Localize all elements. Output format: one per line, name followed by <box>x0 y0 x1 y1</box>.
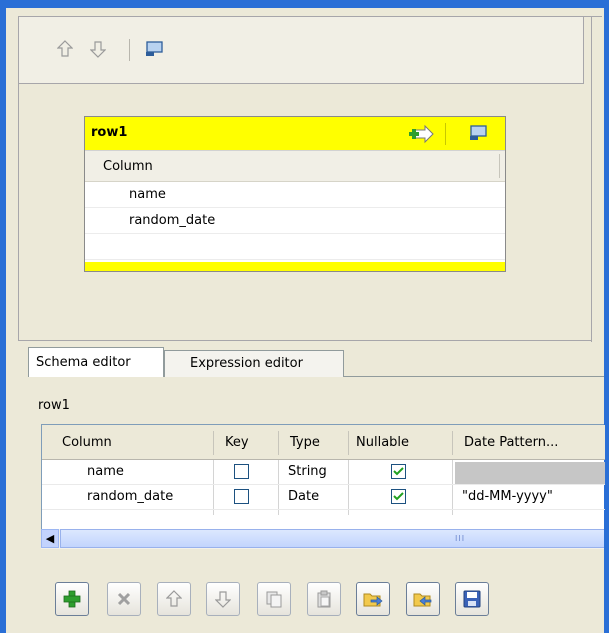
right-strip <box>591 17 603 342</box>
row1-title: row1 <box>91 125 128 140</box>
nullable-checkbox[interactable] <box>391 464 406 479</box>
arrow-up-icon <box>57 40 73 57</box>
mapper-toolbar <box>19 17 584 84</box>
window-frame-right <box>604 0 609 633</box>
tab-label: Schema editor <box>36 355 131 370</box>
move-row-down-button[interactable] <box>206 582 240 616</box>
header-nullable[interactable]: Nullable <box>356 435 409 450</box>
header-divider <box>348 431 349 455</box>
nullable-checkbox[interactable] <box>391 489 406 504</box>
tab-label: Expression editor <box>190 356 303 371</box>
arrow-down-icon <box>215 591 231 608</box>
plus-icon <box>63 590 81 608</box>
scrollbar-grip: III <box>455 534 466 543</box>
paste-icon <box>317 590 331 608</box>
list-item[interactable]: name <box>85 182 505 208</box>
window-frame-left <box>0 0 6 633</box>
move-up-button[interactable] <box>53 37 77 61</box>
header-separator <box>445 123 446 145</box>
tab-schema-editor[interactable]: Schema editor <box>28 347 164 377</box>
schema-table-header: Column Key Type Nullable Date Pattern... <box>42 425 605 460</box>
import-folder-icon <box>363 593 383 607</box>
checkmark-icon <box>393 467 404 476</box>
table-row[interactable]: name String <box>42 460 605 485</box>
list-item[interactable]: random_date <box>85 208 505 234</box>
row1-footer <box>85 262 505 271</box>
remove-row-button[interactable] <box>107 582 141 616</box>
chevron-left-icon: ◀ <box>45 532 55 545</box>
cell-type[interactable]: Date <box>288 489 319 504</box>
column-divider <box>499 154 500 178</box>
paste-button[interactable] <box>307 582 341 616</box>
minimize-table-button[interactable] <box>469 124 489 146</box>
cell-column[interactable]: random_date <box>87 489 173 504</box>
copy-icon <box>266 591 282 608</box>
list-item-empty <box>85 234 505 260</box>
checkmark-icon <box>393 492 404 501</box>
key-checkbox[interactable] <box>234 489 249 504</box>
cell-type[interactable]: String <box>288 464 327 479</box>
scrollbar-thumb[interactable]: III <box>60 529 604 548</box>
add-arrow-icon <box>409 124 434 144</box>
header-divider <box>213 431 214 455</box>
header-divider <box>278 431 279 455</box>
scroll-left-button[interactable]: ◀ <box>41 529 59 548</box>
window-icon <box>146 41 163 56</box>
column-header: Column <box>85 151 505 182</box>
import-button[interactable] <box>356 582 390 616</box>
table-row[interactable]: random_date Date "dd-MM-yyyy" <box>42 485 605 510</box>
cell-column[interactable]: name <box>87 464 124 479</box>
add-output-button[interactable] <box>405 124 435 148</box>
column-name: name <box>129 187 166 202</box>
move-down-button[interactable] <box>86 37 110 61</box>
cell-date-pattern[interactable]: "dd-MM-yyyy" <box>462 489 553 504</box>
header-column[interactable]: Column <box>62 435 112 450</box>
column-header-label: Column <box>103 159 153 174</box>
export-folder-icon <box>413 593 432 607</box>
minimize-button[interactable] <box>143 37 167 61</box>
window-frame-top <box>0 0 609 8</box>
header-type[interactable]: Type <box>290 435 320 450</box>
window-icon <box>470 125 487 140</box>
row1-table: row1 Column name random_date <box>84 116 506 272</box>
arrow-up-icon <box>166 590 182 607</box>
copy-button[interactable] <box>257 582 291 616</box>
header-key[interactable]: Key <box>225 435 249 450</box>
row1-header: row1 <box>85 117 505 151</box>
tab-expression-editor[interactable]: Expression editor <box>164 350 344 377</box>
move-row-up-button[interactable] <box>157 582 191 616</box>
column-name: random_date <box>129 213 216 228</box>
key-checkbox[interactable] <box>234 464 249 479</box>
schema-title: row1 <box>38 398 70 413</box>
export-button[interactable] <box>406 582 440 616</box>
header-date-pattern[interactable]: Date Pattern... <box>464 435 558 450</box>
toolbar-separator <box>129 39 130 61</box>
add-row-button[interactable] <box>55 582 89 616</box>
header-divider <box>452 431 453 455</box>
horizontal-scrollbar[interactable]: ◀ III <box>41 529 604 549</box>
save-button[interactable] <box>455 582 489 616</box>
arrow-down-icon <box>90 41 106 58</box>
save-icon <box>463 590 481 608</box>
delete-icon <box>117 592 131 606</box>
